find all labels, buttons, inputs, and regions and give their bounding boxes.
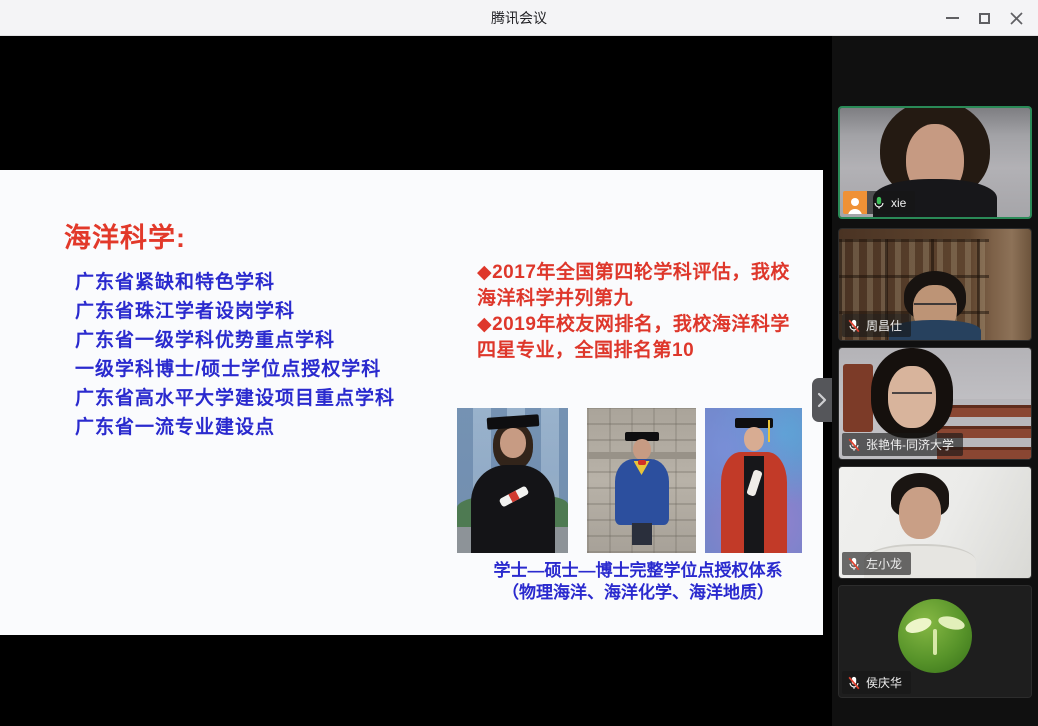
mic-muted-icon <box>847 319 861 333</box>
person-icon <box>847 198 863 214</box>
mortarboard-icon <box>735 418 773 428</box>
titlebar: 腾讯会议 <box>0 0 1038 36</box>
mic-muted-icon <box>847 676 861 690</box>
yellow-hood <box>634 461 650 475</box>
blue-gown <box>615 459 669 525</box>
participant-tile-houqinghua[interactable]: 侯庆华 <box>838 585 1032 698</box>
bullet-list: 广东省紧缺和特色学科 广东省珠江学者设岗学科 广东省一级学科优势重点学科 一级学… <box>75 268 395 442</box>
bullet-item: 广东省一流专业建设点 <box>75 413 395 442</box>
window-title: 腾讯会议 <box>0 0 1038 36</box>
participant-label: 左小龙 <box>842 552 911 575</box>
slide-title: 海洋科学: <box>64 216 186 255</box>
master-graduate-photo <box>587 408 696 553</box>
bullet-item: 一级学科博士/硕士学位点授权学科 <box>75 355 395 384</box>
participant-label: 侯庆华 <box>842 671 911 694</box>
ranking-facts: ◆2017年全国第四轮学科评估，我校 海洋科学并列第九 ◆2019年校友网排名，… <box>477 260 817 364</box>
mic-on-icon <box>872 196 886 210</box>
fact-line: ◆2017年全国第四轮学科评估，我校 <box>477 260 817 286</box>
participant-tile-zhouchangshi[interactable]: 周昌仕 <box>838 228 1032 341</box>
participant-name: 左小龙 <box>866 555 902 572</box>
trees-background <box>457 495 568 527</box>
black-gown <box>471 465 555 553</box>
minimize-icon <box>946 17 959 19</box>
caption-line: 学士—硕士—博士完整学位点授权体系 <box>452 560 824 582</box>
close-button[interactable] <box>1000 3 1032 33</box>
participant-name: xie <box>891 196 906 210</box>
meeting-window: 腾讯会议 海洋科学: 广东省紧缺和特色学科 广东省珠江学者设岗学科 广东省一级学… <box>0 0 1038 726</box>
participant-label: 周昌仕 <box>842 314 911 337</box>
fact-line: 海洋科学并列第九 <box>477 286 817 312</box>
host-badge <box>843 191 867 214</box>
participants-sidebar: xie 周昌仕 <box>832 36 1038 726</box>
slide: 海洋科学: 广东省紧缺和特色学科 广东省珠江学者设岗学科 广东省一级学科优势重点… <box>0 170 823 635</box>
window-controls <box>936 3 1032 33</box>
participant-tile-xie[interactable]: xie <box>838 106 1032 219</box>
mic-muted-icon <box>847 438 861 452</box>
participant-name: 侯庆华 <box>866 674 902 691</box>
participant-tile-zhangyanwei[interactable]: 张艳伟-同济大学 <box>838 347 1032 460</box>
mortarboard-icon <box>486 414 539 430</box>
participant-name: 张艳伟-同济大学 <box>866 436 954 453</box>
ground-background <box>457 527 568 553</box>
participant-label: xie <box>843 191 915 214</box>
doctoral-graduate-photo <box>705 408 802 553</box>
maximize-button[interactable] <box>968 3 1000 33</box>
caption-line: （物理海洋、海洋化学、海洋地质） <box>452 582 824 604</box>
diploma-scroll <box>746 469 763 497</box>
bullet-item: 广东省紧缺和特色学科 <box>75 268 395 297</box>
fact-line: ◆2019年校友网排名，我校海洋科学 <box>477 312 817 338</box>
bachelor-graduate-photo <box>457 408 568 553</box>
maximize-icon <box>979 13 990 24</box>
mortarboard-icon <box>625 432 659 441</box>
fact-line: 四星专业，全国排名第10 <box>477 338 817 364</box>
red-doctoral-gown <box>721 452 787 553</box>
city-buildings-background <box>457 408 568 512</box>
tassel <box>768 420 770 442</box>
minimize-button[interactable] <box>936 3 968 33</box>
bullet-item: 广东省高水平大学建设项目重点学科 <box>75 384 395 413</box>
chevron-right-icon <box>817 392 827 408</box>
bullet-item: 广东省一级学科优势重点学科 <box>75 326 395 355</box>
presentation-stage: 海洋科学: 广东省紧缺和特色学科 广东省珠江学者设岗学科 广东省一级学科优势重点… <box>0 36 832 726</box>
sprout-avatar <box>898 599 972 673</box>
close-icon <box>1010 12 1023 25</box>
stone-balustrade-background <box>587 408 696 457</box>
participant-name: 周昌仕 <box>866 317 902 334</box>
mic-muted-icon <box>847 557 861 571</box>
collapse-sidebar-button[interactable] <box>812 378 832 422</box>
wooden-post-background <box>843 364 873 432</box>
participant-tile-zuoxiaolong[interactable]: 左小龙 <box>838 466 1032 579</box>
participant-label: 张艳伟-同济大学 <box>842 433 963 456</box>
diploma-scroll <box>498 485 529 507</box>
bullet-item: 广东省珠江学者设岗学科 <box>75 297 395 326</box>
photo-caption: 学士—硕士—博士完整学位点授权体系 （物理海洋、海洋化学、海洋地质） <box>452 560 824 604</box>
